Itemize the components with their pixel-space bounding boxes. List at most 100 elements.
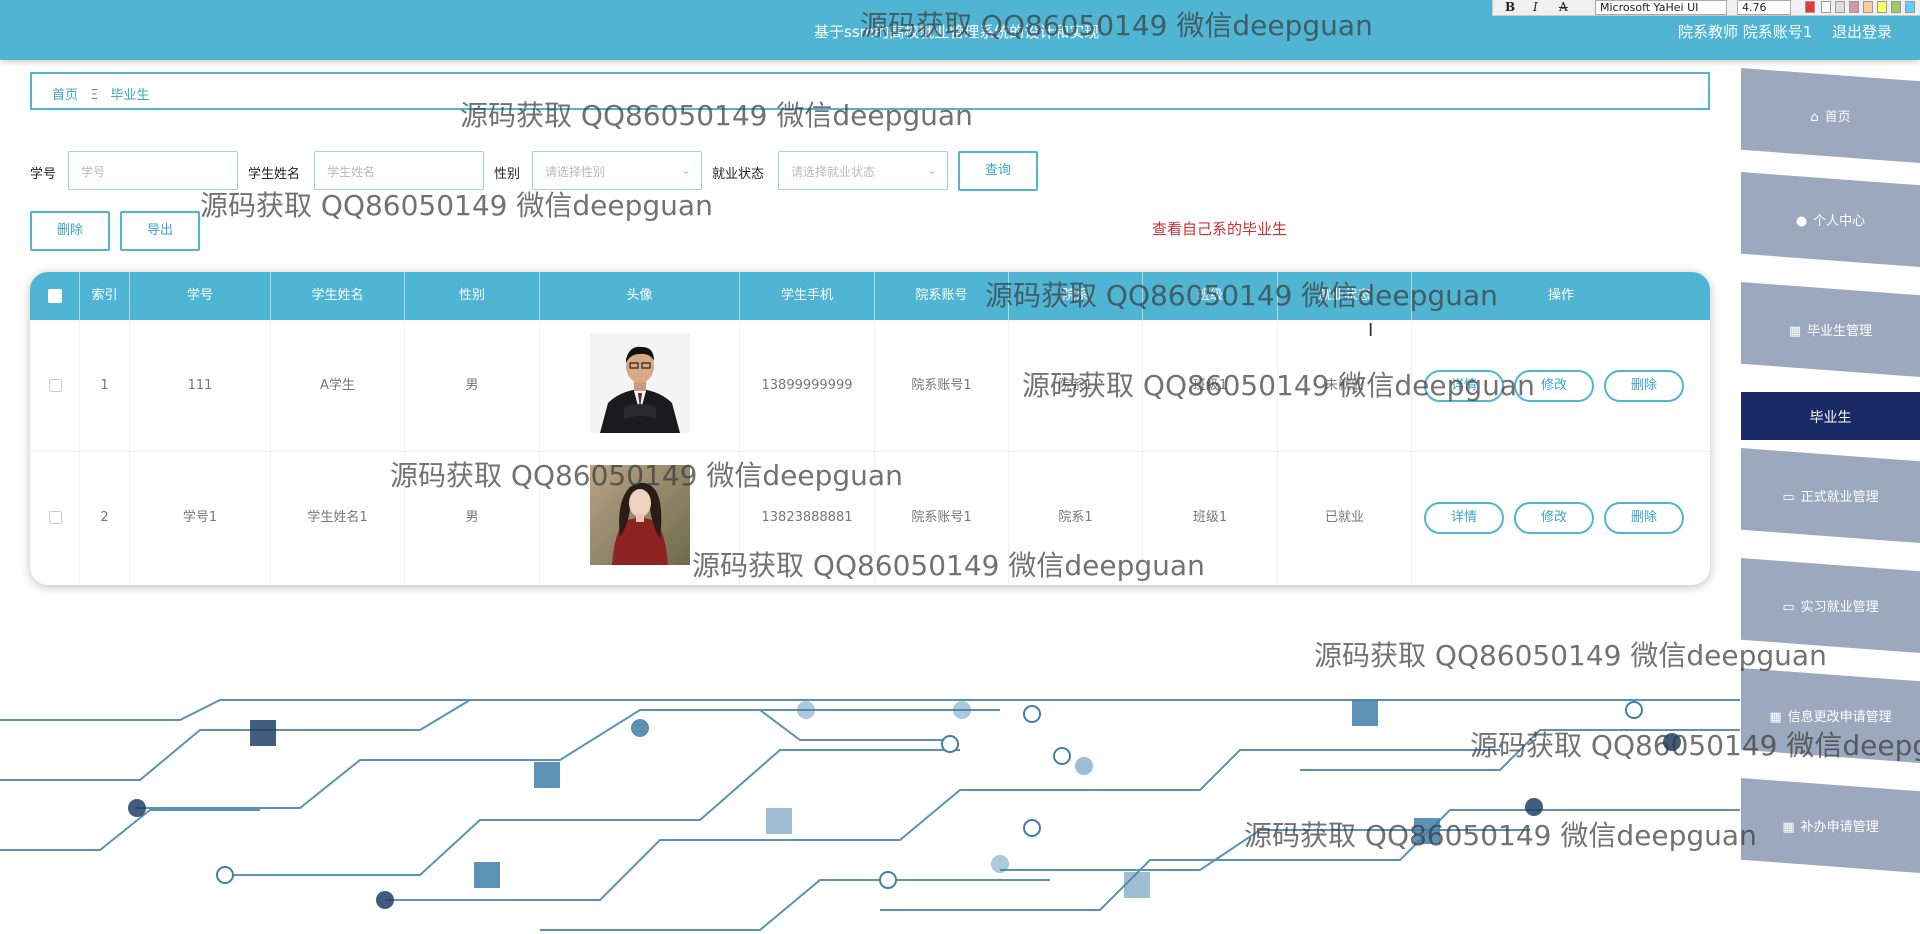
user-icon: ● [1795, 214, 1808, 229]
menu-item-graduates[interactable]: 毕业生 [1741, 392, 1920, 440]
student-id-label: 学号 [30, 167, 57, 182]
select-all-checkbox[interactable] [48, 289, 62, 303]
col-header: 院系 [1009, 272, 1143, 320]
col-header: 院系账号 [875, 272, 1009, 320]
table-header: 索引 学号 学生姓名 性别 头像 学生手机 院系账号 院系 班级 就业状态 操作 [30, 272, 1710, 320]
menu-item-formal-employment[interactable]: ▭ 正式就业管理 [1741, 448, 1920, 543]
row-checkbox[interactable] [49, 379, 62, 392]
cell-phone: 13899999999 [740, 320, 875, 452]
col-header: 学生姓名 [271, 272, 405, 320]
name-label: 学生姓名 [248, 167, 301, 182]
color-swatch[interactable] [1877, 1, 1887, 13]
row-checkbox[interactable] [49, 511, 62, 524]
gender-label: 性别 [494, 167, 521, 182]
user-info: 院系教师 院系账号1 [1678, 23, 1813, 41]
cell-gender: 男 [405, 320, 540, 452]
grid-icon: ▦ [1782, 820, 1795, 835]
menu-label: 毕业生 [1809, 410, 1852, 426]
col-header: 头像 [540, 272, 740, 320]
bold-button[interactable]: B [1505, 0, 1515, 14]
grid-icon: ▦ [1769, 710, 1782, 725]
breadcrumb-home[interactable]: 首页 [52, 88, 78, 103]
cell-student-id: 111 [130, 320, 271, 452]
app-title: 基于ssm的高校就业管理系统的设计和实现 [814, 23, 1100, 41]
menu-item-graduate-management[interactable]: ▦ 毕业生管理 [1741, 282, 1920, 377]
batch-delete-button[interactable]: 删除 [30, 211, 110, 251]
cell-phone: 13823888881 [740, 452, 875, 584]
graduates-table: 索引 学号 学生姓名 性别 头像 学生手机 院系账号 院系 班级 就业状态 操作… [30, 272, 1710, 585]
detail-button[interactable]: 详情 [1424, 370, 1504, 402]
menu-item-home[interactable]: ⌂ 首页 [1741, 68, 1920, 163]
menu-item-info-change[interactable]: ▦ 信息更改申请管理 [1741, 668, 1920, 763]
table-row: 2 学号1 学生姓名1 男 13823888881 院系账号1 院系1 班级1 … [30, 452, 1710, 584]
color-swatch[interactable] [1863, 1, 1873, 13]
woman-portrait-photo [590, 465, 690, 565]
chevron-down-icon: ⌄ [680, 163, 691, 177]
menu-label: 补办申请管理 [1800, 820, 1879, 835]
detail-button[interactable]: 详情 [1424, 502, 1504, 534]
cell-name: 学生姓名1 [271, 452, 405, 584]
row-select-cell [30, 320, 80, 452]
col-header: 班级 [1143, 272, 1278, 320]
color-swatch[interactable] [1805, 1, 1815, 13]
select-all-cell [30, 272, 80, 320]
cell-student-id: 学号1 [130, 452, 271, 584]
notice-text: 查看自己系的毕业生 [1152, 220, 1288, 238]
grid-icon: ▦ [1788, 324, 1802, 339]
edit-button[interactable]: 修改 [1514, 370, 1594, 402]
font-select[interactable]: Microsoft YaHei UI [1595, 0, 1727, 15]
color-swatch[interactable] [1835, 1, 1845, 13]
col-header: 索引 [80, 272, 130, 320]
cell-class: 班级1 [1143, 320, 1278, 452]
italic-button[interactable]: I [1533, 0, 1538, 14]
status-select[interactable]: 请选择就业状态 ⌄ [778, 151, 948, 190]
cell-class: 班级1 [1143, 452, 1278, 584]
query-button[interactable]: 查询 [958, 151, 1038, 191]
col-header: 学生手机 [740, 272, 875, 320]
home-icon: ⌂ [1810, 110, 1819, 125]
menu-item-reissue[interactable]: ▦ 补办申请管理 [1741, 778, 1920, 873]
delete-button[interactable]: 删除 [1604, 370, 1684, 402]
cell-dept: 院系1 [1009, 320, 1143, 452]
cell-index: 2 [80, 452, 130, 584]
text-cursor-icon: I [1368, 320, 1374, 341]
menu-label: 正式就业管理 [1800, 490, 1879, 505]
breadcrumb-current: 毕业生 [110, 88, 150, 103]
delete-button[interactable]: 删除 [1604, 502, 1684, 534]
student-id-input[interactable]: 学号 [68, 151, 238, 190]
color-swatch[interactable] [1821, 1, 1831, 13]
color-swatch[interactable] [1849, 1, 1859, 13]
gender-select[interactable]: 请选择性别 ⌄ [532, 151, 702, 190]
menu-item-profile[interactable]: ● 个人中心 [1741, 172, 1920, 267]
cell-dept: 院系1 [1009, 452, 1143, 584]
menu-item-internship[interactable]: ▭ 实习就业管理 [1741, 558, 1920, 653]
menu-label: 信息更改申请管理 [1787, 710, 1892, 725]
editor-toolbar: B I A Microsoft YaHei UI 4.76 [1492, 0, 1920, 16]
watermark: 源码获取 QQ86050149 微信deepguan [200, 189, 713, 222]
cell-status: 未就业 [1278, 320, 1412, 452]
breadcrumb: 首页 Ξ 毕业生 [30, 72, 1710, 110]
menu-label: 首页 [1824, 110, 1851, 125]
breadcrumb-separator: Ξ [90, 88, 99, 103]
cell-name: A学生 [271, 320, 405, 452]
monitor-icon: ▭ [1782, 600, 1795, 615]
export-button[interactable]: 导出 [120, 211, 200, 251]
font-size-select[interactable]: 4.76 [1737, 0, 1791, 15]
color-swatch[interactable] [1891, 1, 1901, 13]
menu-label: 实习就业管理 [1800, 600, 1879, 615]
color-swatch[interactable] [1905, 1, 1915, 13]
strike-button[interactable]: A [1559, 0, 1568, 14]
col-header: 操作 [1547, 288, 1574, 303]
menu-label: 毕业生管理 [1807, 324, 1873, 339]
chevron-down-icon: ⌄ [926, 163, 937, 177]
col-header: 就业状态 [1278, 272, 1412, 320]
circuit-background [0, 699, 1740, 931]
edit-button[interactable]: 修改 [1514, 502, 1594, 534]
row-select-cell [30, 452, 80, 584]
menu-label: 个人中心 [1813, 214, 1866, 229]
status-select-placeholder: 请选择就业状态 [791, 165, 876, 179]
col-header: 学号 [130, 272, 271, 320]
logout-link[interactable]: 退出登录 [1832, 21, 1892, 42]
name-input[interactable]: 学生姓名 [314, 151, 484, 190]
cell-gender: 男 [405, 452, 540, 584]
